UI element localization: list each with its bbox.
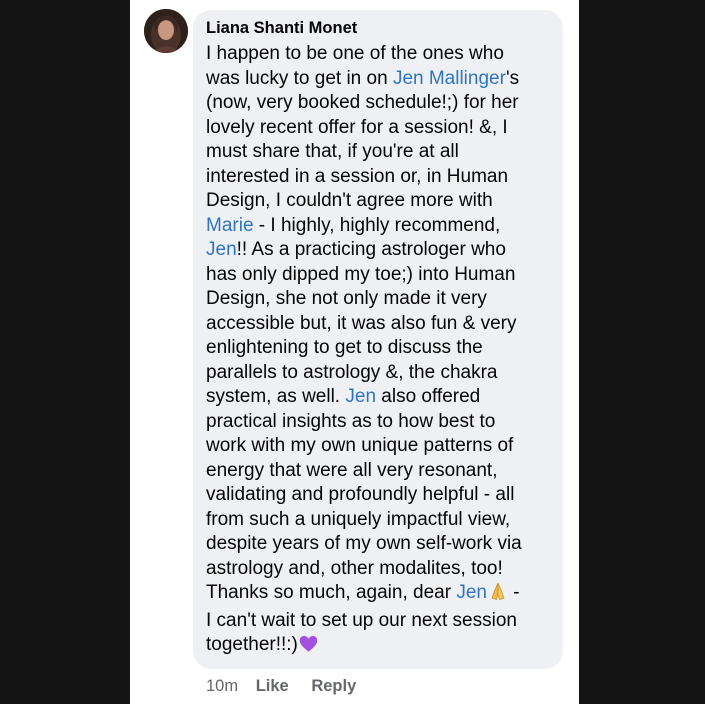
- comment-text-segment: !! As a practicing astrologer who: [236, 239, 506, 260]
- comment-text-segment: astrology and, other modalites, too!: [206, 557, 503, 579]
- mention-link[interactable]: Jen: [456, 582, 487, 603]
- comment-line: system, as well. Jen also offered: [206, 385, 566, 410]
- comment-line: work with my own unique patterns of: [206, 434, 566, 459]
- comment-line: accessible but, it was also fun & very: [206, 312, 566, 337]
- comment-actions: 10m Like Reply: [206, 677, 374, 696]
- comment-line: astrology and, other modalites, too!: [206, 557, 566, 582]
- mention-link[interactable]: Marie: [206, 215, 254, 236]
- comment-line: must share that, if you're at all: [206, 140, 566, 165]
- comment-text-segment: (now, very booked schedule!;) for her: [206, 92, 519, 113]
- comment-text-segment: must share that, if you're at all: [206, 141, 459, 162]
- mention-link[interactable]: Jen Mallinger: [393, 68, 506, 89]
- comment-text-segment: has only dipped my toe;) into Human: [206, 263, 516, 285]
- comment-timestamp[interactable]: 10m: [206, 677, 238, 695]
- comment-line: was lucky to get in on Jen Mallinger's: [206, 67, 566, 92]
- comment-text-segment: I can't wait to set up our next session: [206, 609, 517, 631]
- comment-text-segment: Design, she not only made it very: [206, 288, 487, 309]
- comment-line: despite years of my own self-work via: [206, 532, 566, 557]
- mention-link[interactable]: Jen: [206, 239, 237, 260]
- comment-text-segment: -: [507, 582, 520, 603]
- comment-line: together!!:): [206, 633, 566, 661]
- like-button[interactable]: Like: [256, 677, 289, 695]
- comment-text: I happen to be one of the ones who was lu…: [206, 42, 566, 661]
- comment-line: parallels to astrology &, the chakra: [206, 361, 566, 386]
- comment-line: Thanks so much, again, dear Jen -: [206, 581, 566, 609]
- comment-line: energy that were all very resonant,: [206, 459, 566, 484]
- comment-line: Design, she not only made it very: [206, 287, 566, 312]
- comment-text-segment: was lucky to get in on: [206, 67, 393, 89]
- comment-text-segment: lovely recent offer for a session! &, I: [206, 116, 508, 138]
- comment-line: (now, very booked schedule!;) for her: [206, 91, 566, 116]
- profile-photo-icon: [144, 9, 188, 53]
- mention-link[interactable]: Jen: [345, 386, 376, 407]
- comment-line: I can't wait to set up our next session: [206, 609, 566, 634]
- comment-text-segment: Thanks so much, again, dear: [206, 582, 457, 603]
- comment-line: has only dipped my toe;) into Human: [206, 263, 566, 288]
- comment-text-segment: - I highly, highly recommend,: [253, 214, 501, 236]
- comment-text-segment: from such a uniquely impactful view,: [206, 508, 511, 530]
- comment-text-segment: Design, I couldn't agree more with: [206, 190, 493, 211]
- comment-line: Jen!! As a practicing astrologer who: [206, 238, 566, 263]
- comment-text-segment: 's: [505, 67, 520, 89]
- comment-text-segment: parallels to astrology &, the chakra: [206, 361, 498, 383]
- comment-text-segment: interested in a session or, in Human: [206, 165, 509, 187]
- comment-text-segment: also offered: [376, 386, 481, 407]
- comment-author[interactable]: Liana Shanti Monet: [206, 19, 357, 38]
- comment-text-segment: work with my own unique patterns of: [206, 435, 514, 456]
- avatar[interactable]: [144, 9, 188, 53]
- comment-text-segment: validating and profoundly helpful - all: [206, 484, 515, 505]
- comment-line: practical insights as to how best to: [206, 410, 566, 435]
- comment-line: enlightening to get to discuss the: [206, 336, 566, 361]
- comment-text-segment: enlightening to get to discuss the: [206, 337, 483, 358]
- comment-text-segment: practical insights as to how best to: [206, 410, 496, 432]
- purple-heart-icon: [299, 635, 318, 661]
- comment-line: lovely recent offer for a session! &, I: [206, 116, 566, 141]
- folded-hands-icon: [488, 581, 508, 609]
- comment-text-segment: I happen to be one of the ones who: [206, 43, 504, 64]
- comment-line: from such a uniquely impactful view,: [206, 508, 566, 533]
- comment-line: interested in a session or, in Human: [206, 165, 566, 190]
- comment-text-segment: together!!:): [206, 634, 298, 655]
- comment-text-segment: despite years of my own self-work via: [206, 533, 522, 554]
- reply-button[interactable]: Reply: [311, 677, 356, 695]
- comment-text-segment: energy that were all very resonant,: [206, 459, 498, 481]
- comment-text-segment: system, as well.: [206, 386, 346, 407]
- comment-text-segment: accessible but, it was also fun & very: [206, 312, 517, 334]
- comment-line: validating and profoundly helpful - all: [206, 483, 566, 508]
- comment-line: Marie - I highly, highly recommend,: [206, 214, 566, 239]
- comment-line: Design, I couldn't agree more with: [206, 189, 566, 214]
- comment-line: I happen to be one of the ones who: [206, 42, 566, 67]
